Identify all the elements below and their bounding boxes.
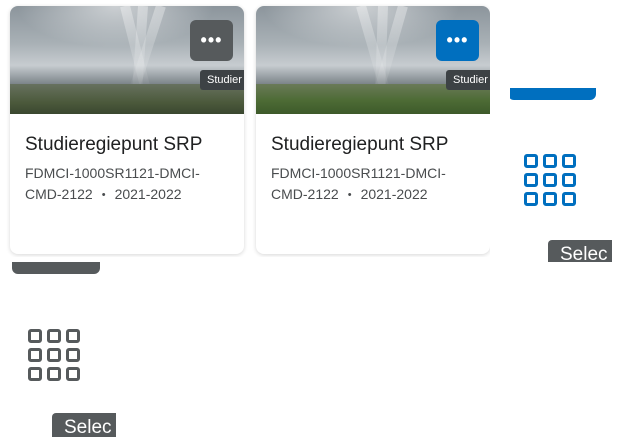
more-options-button[interactable]: ••• bbox=[190, 20, 233, 61]
course-card[interactable]: Studier ••• Studieregiepunt SRP FDMCI-10… bbox=[10, 6, 244, 254]
course-meta: FDMCI-1000SR1121-DMCI-CMD-2122 • 2021-2022 bbox=[271, 163, 481, 206]
grid-icon[interactable] bbox=[524, 154, 576, 206]
course-meta: FDMCI-1000SR1121-DMCI-CMD-2122 • 2021-2022 bbox=[25, 163, 235, 206]
tab-underline bbox=[12, 262, 100, 274]
course-card[interactable]: Studier ••• Studieregiepunt SRP FDMCI-10… bbox=[256, 6, 490, 254]
separator-dot: • bbox=[347, 189, 352, 201]
crop-mask bbox=[490, 0, 510, 262]
ellipsis-icon: ••• bbox=[200, 30, 223, 50]
crop-mask bbox=[0, 257, 490, 262]
select-button[interactable]: Selec bbox=[52, 413, 116, 437]
separator-dot: • bbox=[101, 189, 106, 201]
course-title[interactable]: Studieregiepunt SRP bbox=[271, 134, 448, 156]
tab-underline bbox=[508, 88, 596, 100]
course-title[interactable]: Studieregiepunt SRP bbox=[25, 134, 202, 156]
more-options-button[interactable]: ••• bbox=[436, 20, 479, 61]
course-year: 2021-2022 bbox=[114, 186, 182, 202]
ellipsis-icon: ••• bbox=[446, 30, 469, 50]
grid-icon[interactable] bbox=[28, 329, 80, 381]
select-button[interactable]: Selec bbox=[548, 240, 612, 262]
image-overlay-label: Studier bbox=[200, 70, 244, 90]
course-year: 2021-2022 bbox=[360, 186, 428, 202]
image-overlay-label: Studier bbox=[446, 70, 490, 90]
